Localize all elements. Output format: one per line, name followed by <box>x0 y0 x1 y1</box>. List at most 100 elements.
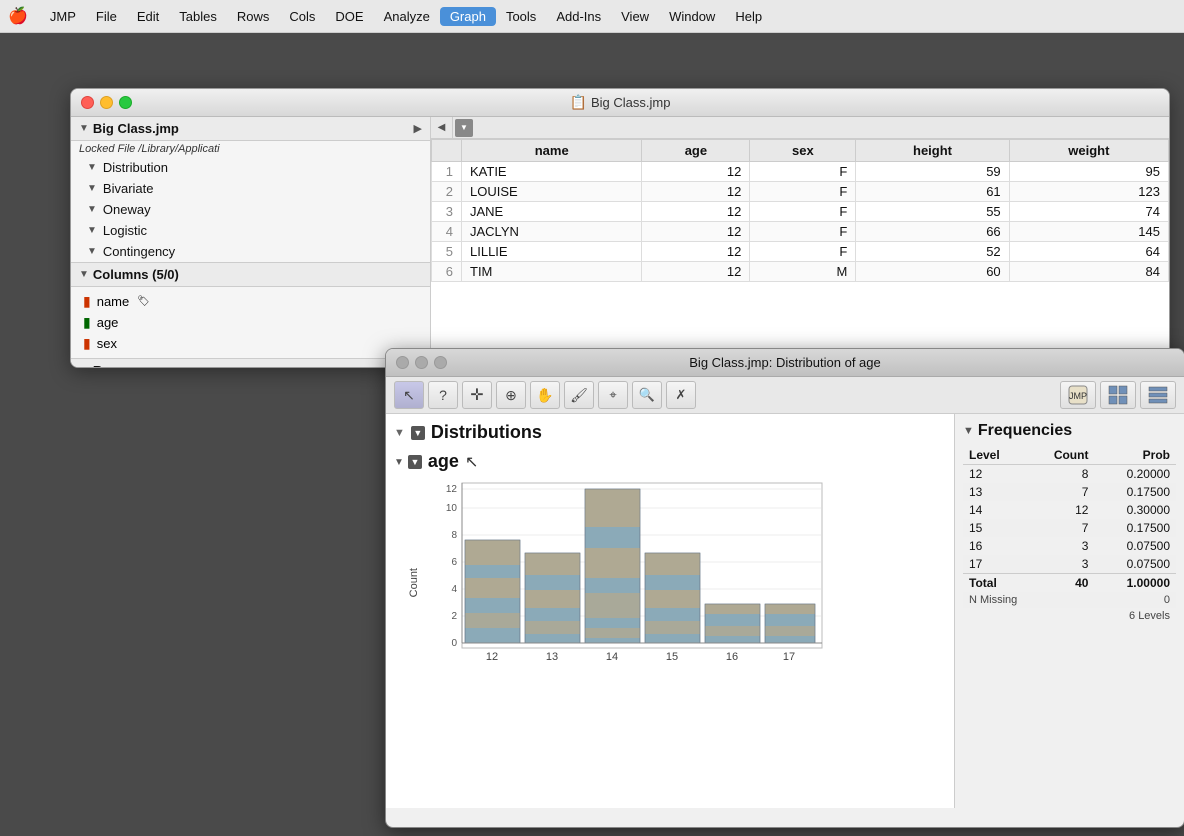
bivariate-menu-item[interactable]: ▼ Bivariate <box>71 178 430 199</box>
dist-minimize-button[interactable] <box>415 356 428 369</box>
freq-row: 13 7 0.17500 <box>963 483 1176 501</box>
help-tool-button[interactable]: ? <box>428 381 458 409</box>
freq-total-row: Total 40 1.00000 <box>963 574 1176 593</box>
bar-14 <box>585 489 640 643</box>
freq-collapse-icon[interactable]: ▼ <box>963 425 974 437</box>
col-age-header[interactable]: age <box>642 140 750 162</box>
scroll-indicator[interactable]: ▼ <box>455 119 473 137</box>
col-sex-header[interactable]: sex <box>750 140 856 162</box>
minimize-button[interactable] <box>100 96 113 109</box>
freq-level: 13 <box>963 483 1026 501</box>
annotate-tool-button[interactable]: ✗ <box>666 381 696 409</box>
grab-tool-button[interactable]: ✋ <box>530 381 560 409</box>
freq-nmissing-label: N Missing <box>963 592 1094 608</box>
table-row: 5 LILLIE 12 F 52 64 <box>432 242 1169 262</box>
jmp-icon-button[interactable]: JMP <box>1060 381 1096 409</box>
dist-section-collapse-icon[interactable]: ▼ <box>394 427 405 439</box>
cell-sex: F <box>750 162 856 182</box>
age-header: ▼ age ↖ <box>408 451 950 472</box>
doe-menu[interactable]: DOE <box>325 7 373 26</box>
help-menu[interactable]: Help <box>725 7 772 26</box>
freq-row: 15 7 0.17500 <box>963 519 1176 537</box>
col-height-header[interactable]: height <box>856 140 1009 162</box>
freq-prob: 0.30000 <box>1094 501 1176 519</box>
contingency-menu-item[interactable]: ▼ Contingency <box>71 241 430 262</box>
row-number: 1 <box>432 162 462 182</box>
dist-close-button[interactable] <box>396 356 409 369</box>
list-view-button[interactable] <box>1140 381 1176 409</box>
col-sex[interactable]: ▮ sex <box>71 333 430 354</box>
edit-menu[interactable]: Edit <box>127 7 169 26</box>
freq-row: 14 12 0.30000 <box>963 501 1176 519</box>
graph-menu[interactable]: Graph <box>440 7 496 26</box>
cell-weight: 145 <box>1009 222 1168 242</box>
col-age[interactable]: ▮ age <box>71 312 430 333</box>
maximize-button[interactable] <box>119 96 132 109</box>
file-arrow-icon[interactable]: ▼ <box>79 123 89 134</box>
apple-menu-icon[interactable]: 🍎 <box>8 6 28 26</box>
columns-list: ▮ name 🏷 ▮ age ▮ sex <box>71 287 430 358</box>
cursor-icon: ↖ <box>465 452 478 472</box>
cell-age: 12 <box>642 182 750 202</box>
freq-prob: 0.07500 <box>1094 537 1176 555</box>
tables-menu[interactable]: Tables <box>169 7 227 26</box>
addins-menu[interactable]: Add-Ins <box>546 7 611 26</box>
cell-height: 61 <box>856 182 1009 202</box>
cell-sex: M <box>750 262 856 282</box>
dist-window-title: Big Class.jmp: Distribution of age <box>689 355 880 370</box>
cell-height: 52 <box>856 242 1009 262</box>
cell-age: 12 <box>642 222 750 242</box>
col-weight-header[interactable]: weight <box>1009 140 1168 162</box>
distribution-menu-item[interactable]: ▼ Distribution <box>71 157 430 178</box>
freq-level: 14 <box>963 501 1026 519</box>
dist-collapse-button[interactable]: ▼ <box>411 426 425 440</box>
cell-age: 12 <box>642 262 750 282</box>
lasso-tool-button[interactable]: ⌖ <box>598 381 628 409</box>
tools-menu[interactable]: Tools <box>496 7 546 26</box>
dist-window-controls <box>396 356 447 369</box>
freq-prob: 0.20000 <box>1094 465 1176 484</box>
name-col-tag: 🏷 <box>137 296 150 307</box>
file-section: ▼ Big Class.jmp ▶ Locked File /Library/A… <box>71 117 430 263</box>
cols-menu[interactable]: Cols <box>279 7 325 26</box>
rows-menu[interactable]: Rows <box>227 7 280 26</box>
columns-section: ▼ Columns (5/0) ▮ name 🏷 ▮ age ▮ sex <box>71 263 430 359</box>
select-tool-button[interactable]: ↖ <box>394 381 424 409</box>
analyze-menu[interactable]: Analyze <box>374 7 440 26</box>
histogram-chart: 0 2 4 6 8 10 <box>422 478 842 688</box>
close-button[interactable] <box>81 96 94 109</box>
brush-tool-button[interactable]: 🖌 <box>564 381 594 409</box>
freq-level-header: Level <box>963 446 1026 465</box>
move-tool-button[interactable]: ⊕ <box>496 381 526 409</box>
zoom-tool-button[interactable]: 🔍 <box>632 381 662 409</box>
freq-row: 17 3 0.07500 <box>963 555 1176 574</box>
grid-view-button[interactable] <box>1100 381 1136 409</box>
table-row: 2 LOUISE 12 F 61 123 <box>432 182 1169 202</box>
logistic-menu-item[interactable]: ▼ Logistic <box>71 220 430 241</box>
freq-total-prob: 1.00000 <box>1094 574 1176 593</box>
columns-arrow-icon[interactable]: ▼ <box>79 269 89 280</box>
freq-prob: 0.07500 <box>1094 555 1176 574</box>
distributions-label: Distributions <box>431 422 542 443</box>
jmp-menu[interactable]: JMP <box>40 7 86 26</box>
dist-maximize-button[interactable] <box>434 356 447 369</box>
cell-sex: F <box>750 242 856 262</box>
age-content: ▼ age ↖ Count 0 <box>408 451 950 688</box>
file-menu[interactable]: File <box>86 7 127 26</box>
bar-13 <box>525 553 580 643</box>
freq-row: 16 3 0.07500 <box>963 537 1176 555</box>
view-menu[interactable]: View <box>611 7 659 26</box>
freq-prob: 0.17500 <box>1094 519 1176 537</box>
col-name-header[interactable]: name <box>462 140 642 162</box>
scroll-left-icon[interactable]: ◀ <box>431 117 453 139</box>
col-name[interactable]: ▮ name 🏷 <box>71 291 430 312</box>
rows-arrow-icon[interactable]: ▼ <box>79 365 89 367</box>
oneway-menu-item[interactable]: ▼ Oneway <box>71 199 430 220</box>
expand-icon[interactable]: ▶ <box>414 122 422 135</box>
freq-level: 15 <box>963 519 1026 537</box>
crosshair-tool-button[interactable]: ✛ <box>462 381 492 409</box>
age-section-collapse-icon[interactable]: ▼ <box>394 451 404 688</box>
freq-total-label: Total <box>963 574 1026 593</box>
window-menu[interactable]: Window <box>659 7 725 26</box>
age-collapse-button[interactable]: ▼ <box>408 455 422 469</box>
